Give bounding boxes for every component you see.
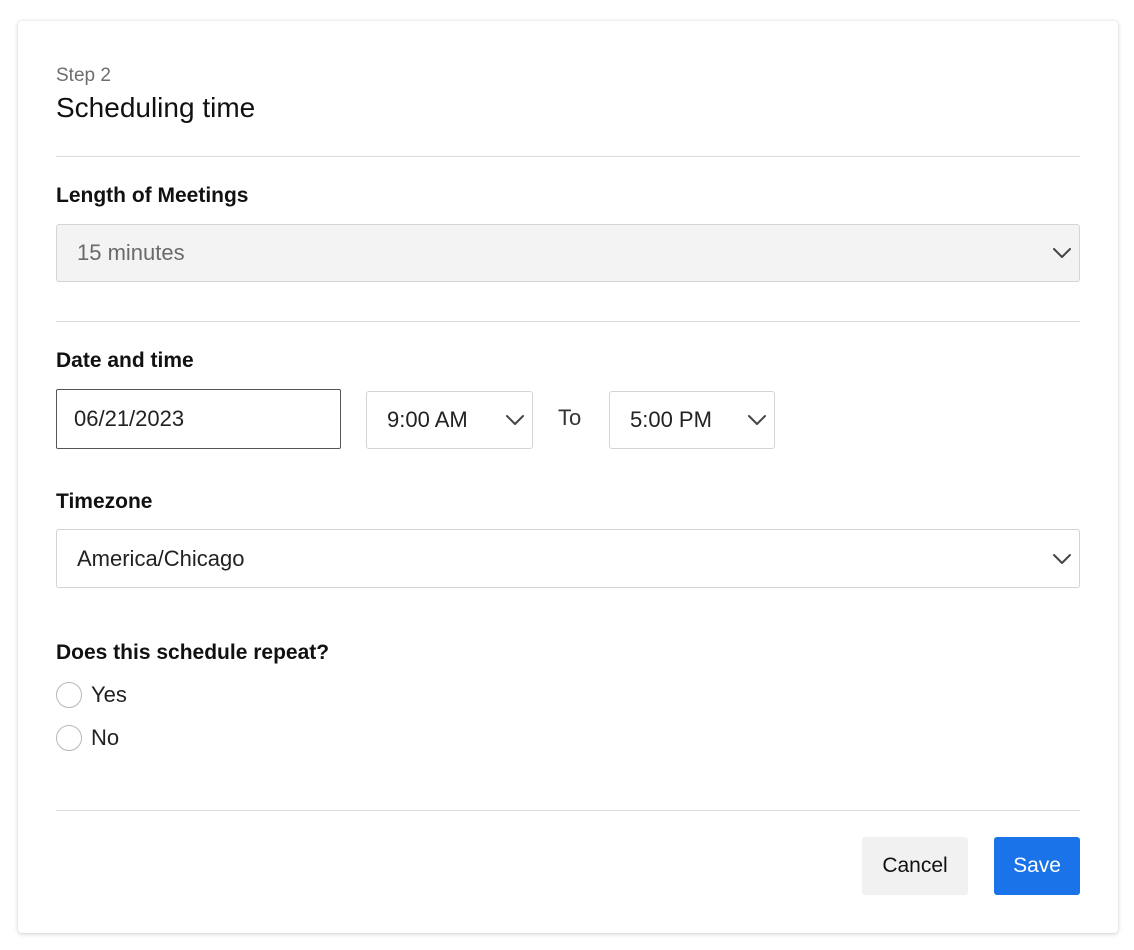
cancel-button[interactable]: Cancel	[862, 837, 968, 895]
chevron-down-icon	[1053, 248, 1071, 258]
chevron-down-icon	[506, 415, 524, 425]
end-time-select[interactable]: 5:00 PM	[609, 391, 775, 449]
radio-option-yes[interactable]: Yes	[56, 682, 127, 708]
date-time-label: Date and time	[56, 349, 194, 372]
divider	[56, 810, 1080, 811]
page-title: Scheduling time	[56, 92, 256, 123]
chevron-down-icon	[1053, 553, 1071, 564]
divider	[56, 156, 1080, 157]
radio-button[interactable]	[56, 725, 82, 751]
radio-button[interactable]	[56, 682, 82, 708]
scheduling-card: Step 2 Scheduling time Length of Meeting…	[18, 21, 1118, 933]
radio-label: Yes	[91, 682, 127, 707]
meeting-length-label: Length of Meetings	[56, 184, 249, 207]
timezone-label: Timezone	[56, 490, 153, 513]
chevron-down-icon	[748, 415, 766, 425]
timezone-value: America/Chicago	[77, 545, 245, 571]
date-input[interactable]: 06/21/2023	[56, 389, 341, 449]
start-time-select[interactable]: 9:00 AM	[366, 391, 533, 449]
end-time-value: 5:00 PM	[630, 407, 712, 432]
date-input-value: 06/21/2023	[74, 406, 185, 431]
radio-option-no[interactable]: No	[56, 725, 119, 751]
meeting-length-select[interactable]: 15 minutes	[56, 224, 1080, 282]
timezone-select[interactable]: America/Chicago	[56, 529, 1080, 588]
step-label: Step 2	[56, 65, 111, 86]
time-range-separator: To	[558, 405, 582, 430]
save-button[interactable]: Save	[994, 837, 1080, 895]
radio-label: No	[91, 725, 120, 750]
meeting-length-value: 15 minutes	[77, 240, 185, 265]
start-time-value: 9:00 AM	[387, 407, 468, 432]
repeat-question-label: Does this schedule repeat?	[56, 641, 330, 664]
divider	[56, 321, 1080, 322]
